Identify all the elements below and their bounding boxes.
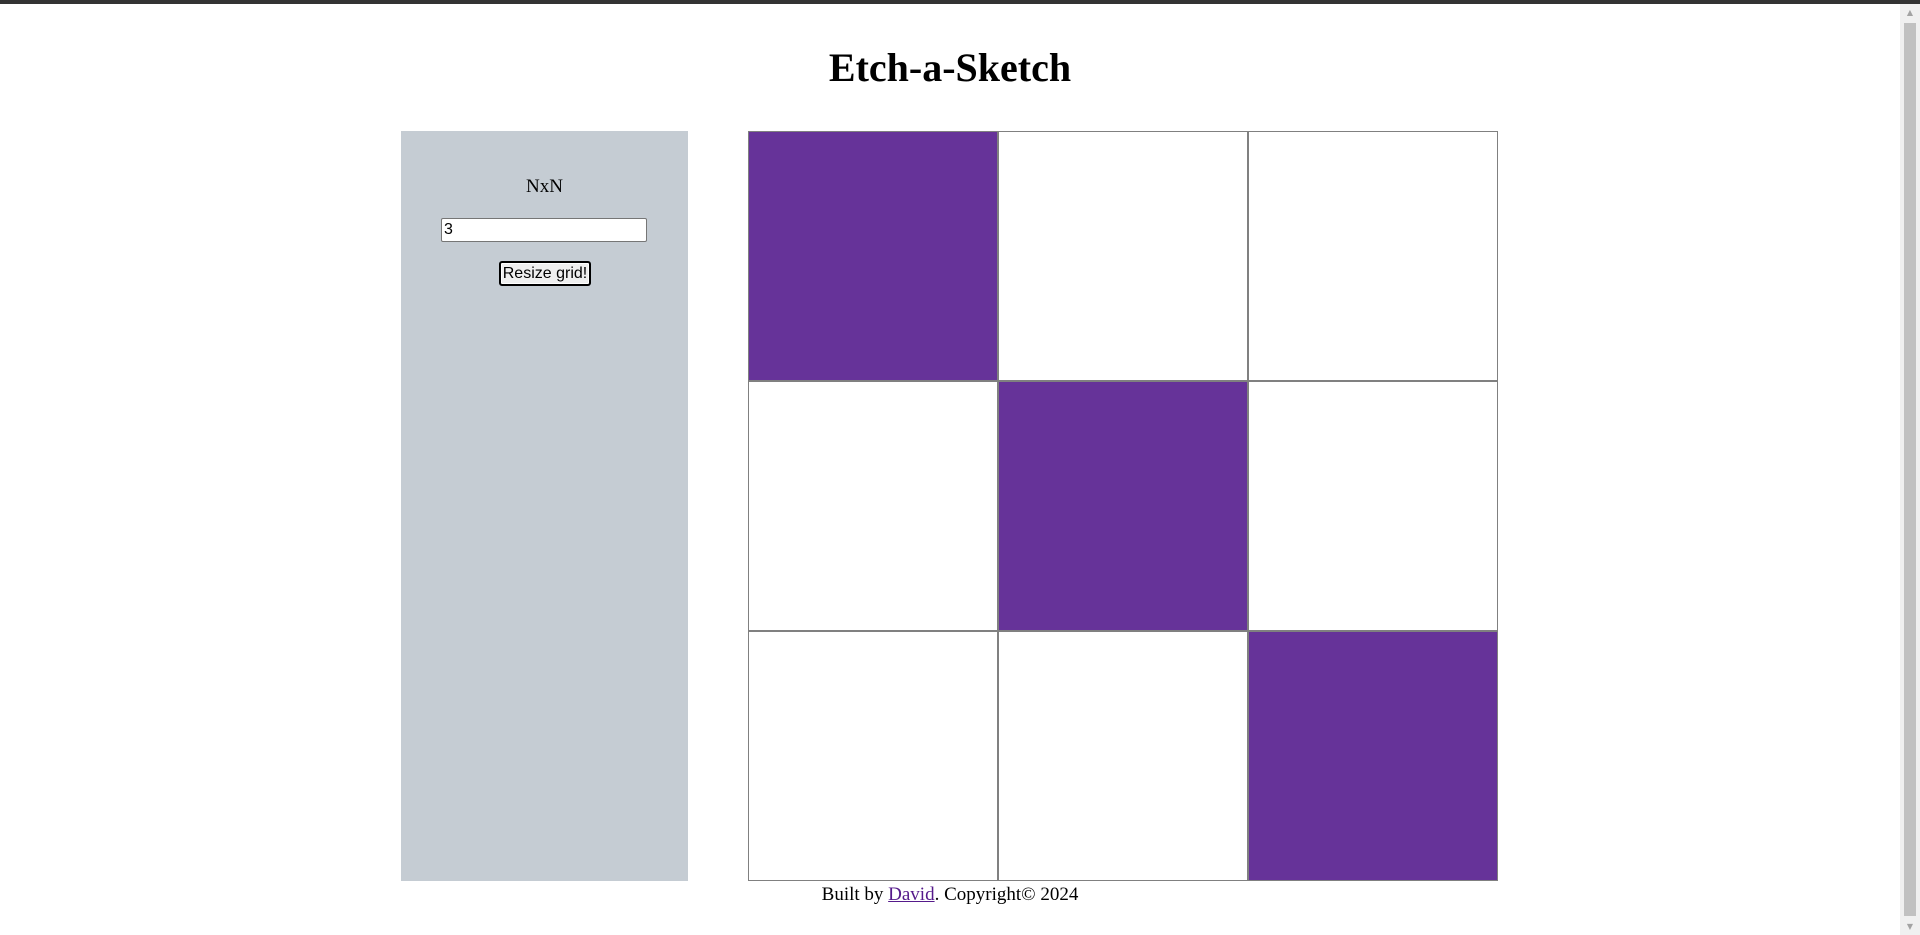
vertical-scrollbar[interactable]: ▲ ▼ — [1900, 4, 1920, 935]
grid-cell[interactable] — [748, 381, 998, 631]
resize-grid-button[interactable]: Resize grid! — [499, 261, 591, 286]
author-link[interactable]: David — [888, 884, 934, 905]
grid-size-label: NxN — [526, 176, 563, 197]
grid-cell[interactable] — [1248, 631, 1498, 881]
grid-cell[interactable] — [1248, 381, 1498, 631]
scroll-down-arrow-icon[interactable]: ▼ — [1900, 918, 1920, 935]
sketch-grid[interactable] — [748, 131, 1498, 881]
controls-panel: NxN Resize grid! — [401, 131, 688, 881]
grid-size-input[interactable] — [441, 218, 647, 242]
grid-cell[interactable] — [1248, 131, 1498, 381]
footer-prefix: Built by — [821, 884, 889, 905]
scrollbar-thumb[interactable] — [1904, 23, 1916, 916]
page-viewport: Etch-a-Sketch NxN Resize grid! Built by … — [0, 4, 1900, 935]
page-title: Etch-a-Sketch — [828, 45, 1072, 90]
grid-cell[interactable] — [748, 131, 998, 381]
grid-cell[interactable] — [748, 631, 998, 881]
grid-cell[interactable] — [998, 631, 1248, 881]
footer-copyright: . Copyright© 2024 — [934, 884, 1079, 905]
scroll-up-arrow-icon[interactable]: ▲ — [1900, 4, 1920, 21]
grid-cell[interactable] — [998, 381, 1248, 631]
grid-cell[interactable] — [998, 131, 1248, 381]
footer: Built by David. Copyright© 2024 — [0, 883, 1900, 907]
